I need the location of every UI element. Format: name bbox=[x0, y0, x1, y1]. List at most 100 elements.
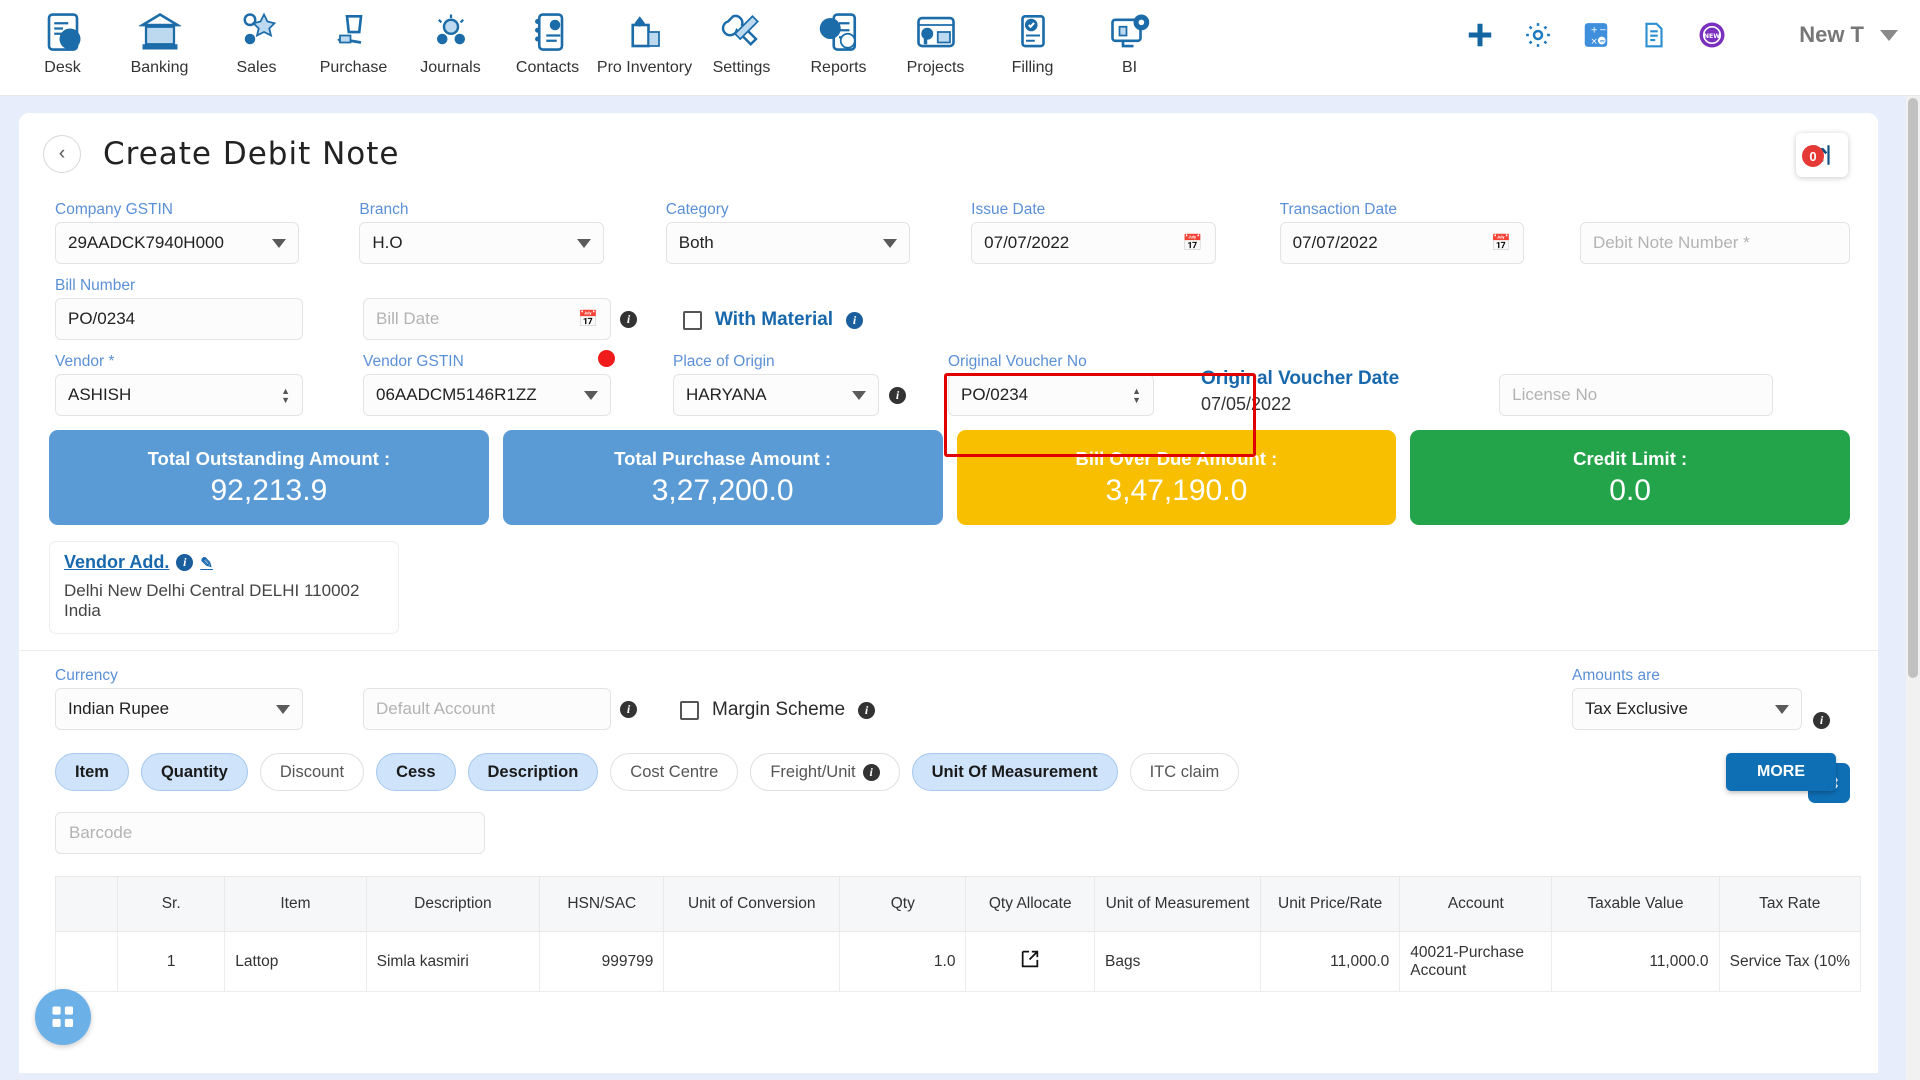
more-button[interactable]: MORE bbox=[1726, 753, 1836, 791]
user-menu[interactable]: New T bbox=[1799, 22, 1898, 48]
default-account-placeholder: Default Account bbox=[376, 699, 496, 718]
gear-icon[interactable] bbox=[1523, 20, 1553, 50]
svg-text:−: − bbox=[1599, 26, 1606, 36]
with-material-info-icon[interactable]: i bbox=[846, 311, 864, 329]
stepper-icon[interactable]: ▲ ▼ bbox=[281, 386, 290, 404]
field-default-account: Default Account bbox=[363, 688, 611, 730]
vendor-address-title[interactable]: Vendor Add. i ✎ bbox=[64, 552, 384, 573]
nav-item-bi[interactable]: BI bbox=[1081, 0, 1178, 77]
table-header-cell: Qty Allocate bbox=[965, 876, 1095, 932]
margin-scheme-checkbox-group[interactable]: Margin Scheme i bbox=[680, 699, 876, 721]
document-icon[interactable] bbox=[1639, 20, 1669, 50]
company-gstin-select[interactable]: 29AADCK7940H000 bbox=[55, 222, 300, 264]
scrollbar-thumb[interactable] bbox=[1908, 98, 1918, 678]
place-of-origin-info-icon[interactable]: i bbox=[889, 387, 906, 404]
chip-quantity[interactable]: Quantity bbox=[140, 753, 248, 791]
category-select[interactable]: Both bbox=[665, 222, 911, 264]
summary-card: Total Outstanding Amount : 92,213.9 bbox=[49, 430, 489, 525]
margin-scheme-checkbox[interactable] bbox=[680, 700, 699, 720]
upload-badge: 0 bbox=[1802, 145, 1824, 167]
bill-date-info-icon[interactable]: i bbox=[620, 311, 637, 328]
vendor-gstin-value: 06AADCM5146R1ZZ bbox=[376, 385, 537, 404]
with-material-checkbox-group[interactable]: With Material i bbox=[683, 309, 864, 331]
nav-item-label: Projects bbox=[906, 59, 965, 76]
vendor-gstin-select[interactable]: 06AADCM5146R1ZZ bbox=[363, 374, 611, 416]
chip-discount[interactable]: Discount bbox=[259, 753, 365, 791]
vendor-label: Vendor * bbox=[55, 353, 115, 370]
vendor-select[interactable]: ASHISH ▲ ▼ bbox=[55, 374, 303, 416]
license-no-input[interactable]: License No bbox=[1499, 374, 1774, 416]
debit-note-number-input[interactable]: Debit Note Number * bbox=[1579, 222, 1850, 264]
calculator-icon[interactable]: + − × = bbox=[1581, 20, 1611, 50]
nav-item-journals[interactable]: Journals bbox=[402, 0, 499, 77]
chevron-down-icon bbox=[576, 238, 591, 248]
summary-card-value: 3,47,190.0 bbox=[1105, 473, 1248, 507]
nav-item-banking[interactable]: Banking bbox=[111, 0, 208, 77]
chip-description[interactable]: Description bbox=[467, 753, 599, 791]
chip-freight-unit[interactable]: Freight/Unit i bbox=[750, 753, 900, 791]
nav-item-pro-inventory[interactable]: Pro Inventory bbox=[596, 0, 693, 77]
calendar-icon[interactable]: 📅 bbox=[578, 309, 598, 329]
bill-date-input[interactable]: Bill Date 📅 bbox=[363, 298, 611, 340]
vendor-gstin-label: Vendor GSTIN bbox=[363, 353, 464, 370]
chip-itc-claim[interactable]: ITC claim bbox=[1129, 753, 1240, 791]
calendar-icon[interactable]: 📅 bbox=[1491, 233, 1511, 253]
external-link-icon[interactable] bbox=[1019, 950, 1041, 974]
transaction-date-input[interactable]: 07/07/2022 📅 bbox=[1279, 222, 1524, 264]
svg-text:×: × bbox=[1591, 37, 1598, 47]
chip-label: Unit Of Measurement bbox=[931, 762, 1098, 781]
table-header-cell: Sr. bbox=[117, 876, 226, 932]
page-title: Create Debit Note bbox=[103, 136, 400, 172]
filling-check-doc-icon bbox=[1012, 8, 1054, 56]
place-of-origin-select[interactable]: HARYANA bbox=[673, 374, 879, 416]
back-button[interactable]: ‹ bbox=[43, 135, 81, 173]
table-row[interactable]: 1 Lattop Simla kasmiri 999799 1.0 Bags 11,000… bbox=[55, 931, 1861, 992]
field-amounts-are: Amounts are Tax Exclusive bbox=[1572, 667, 1802, 730]
nav-item-contacts[interactable]: Contacts bbox=[499, 0, 596, 77]
chip-label: ITC claim bbox=[1149, 762, 1220, 781]
nav-item-settings[interactable]: Settings bbox=[693, 0, 790, 77]
with-material-checkbox[interactable] bbox=[683, 310, 702, 330]
chip-unit-of-measurement[interactable]: Unit Of Measurement bbox=[911, 753, 1118, 791]
branch-select[interactable]: H.O bbox=[359, 222, 604, 264]
calendar-icon[interactable]: 📅 bbox=[1183, 233, 1203, 253]
bank-icon bbox=[138, 8, 181, 56]
grid-apps-icon[interactable] bbox=[35, 989, 91, 1045]
info-icon[interactable]: i bbox=[176, 554, 194, 571]
chip-cess[interactable]: Cess bbox=[376, 753, 456, 791]
info-icon[interactable]: i bbox=[862, 763, 880, 781]
amounts-are-info-icon[interactable]: i bbox=[1813, 712, 1830, 729]
bill-number-input[interactable]: PO/0234 bbox=[55, 298, 303, 340]
issue-date-input[interactable]: 07/07/2022 📅 bbox=[971, 222, 1216, 264]
default-account-input[interactable]: Default Account bbox=[363, 688, 611, 730]
nav-item-reports[interactable]: Reports bbox=[790, 0, 887, 77]
amounts-are-select[interactable]: Tax Exclusive bbox=[1572, 688, 1802, 730]
chip-cost-centre[interactable]: Cost Centre bbox=[610, 753, 739, 791]
edit-pencil-icon[interactable]: ✎ bbox=[200, 554, 213, 572]
margin-scheme-info-icon[interactable]: i bbox=[858, 701, 876, 719]
place-of-origin-value: HARYANA bbox=[686, 385, 767, 404]
page-header: ‹ Create Debit Note 0 bbox=[19, 113, 1878, 177]
field-currency: Currency Indian Rupee bbox=[55, 667, 303, 730]
table-header-cell: Account bbox=[1399, 876, 1553, 932]
nav-item-projects[interactable]: Projects bbox=[887, 0, 984, 77]
chip-item[interactable]: Item bbox=[55, 753, 129, 791]
amounts-are-value: Tax Exclusive bbox=[1585, 699, 1688, 718]
chip-label: Freight/Unit bbox=[770, 762, 856, 781]
new-badge-icon[interactable]: NEW bbox=[1697, 20, 1727, 50]
upload-button[interactable]: 0 bbox=[1796, 133, 1848, 177]
nav-item-label: Banking bbox=[130, 59, 189, 76]
plus-icon[interactable] bbox=[1465, 20, 1495, 50]
purchase-hand-bag-icon bbox=[333, 8, 375, 56]
page-scrollbar[interactable] bbox=[1906, 96, 1920, 1080]
nav-item-filling[interactable]: Filling bbox=[984, 0, 1081, 77]
default-account-info-icon[interactable]: i bbox=[620, 701, 637, 718]
nav-item-desk[interactable]: Desk bbox=[14, 0, 111, 77]
barcode-input[interactable]: Barcode bbox=[55, 812, 485, 854]
nav-item-purchase[interactable]: Purchase bbox=[305, 0, 402, 77]
chevron-down-icon bbox=[276, 704, 290, 714]
issue-date-label: Issue Date bbox=[971, 201, 1046, 218]
currency-select[interactable]: Indian Rupee bbox=[55, 688, 303, 730]
qty-allocate-button[interactable] bbox=[965, 931, 1095, 992]
nav-item-sales[interactable]: Sales bbox=[208, 0, 305, 77]
